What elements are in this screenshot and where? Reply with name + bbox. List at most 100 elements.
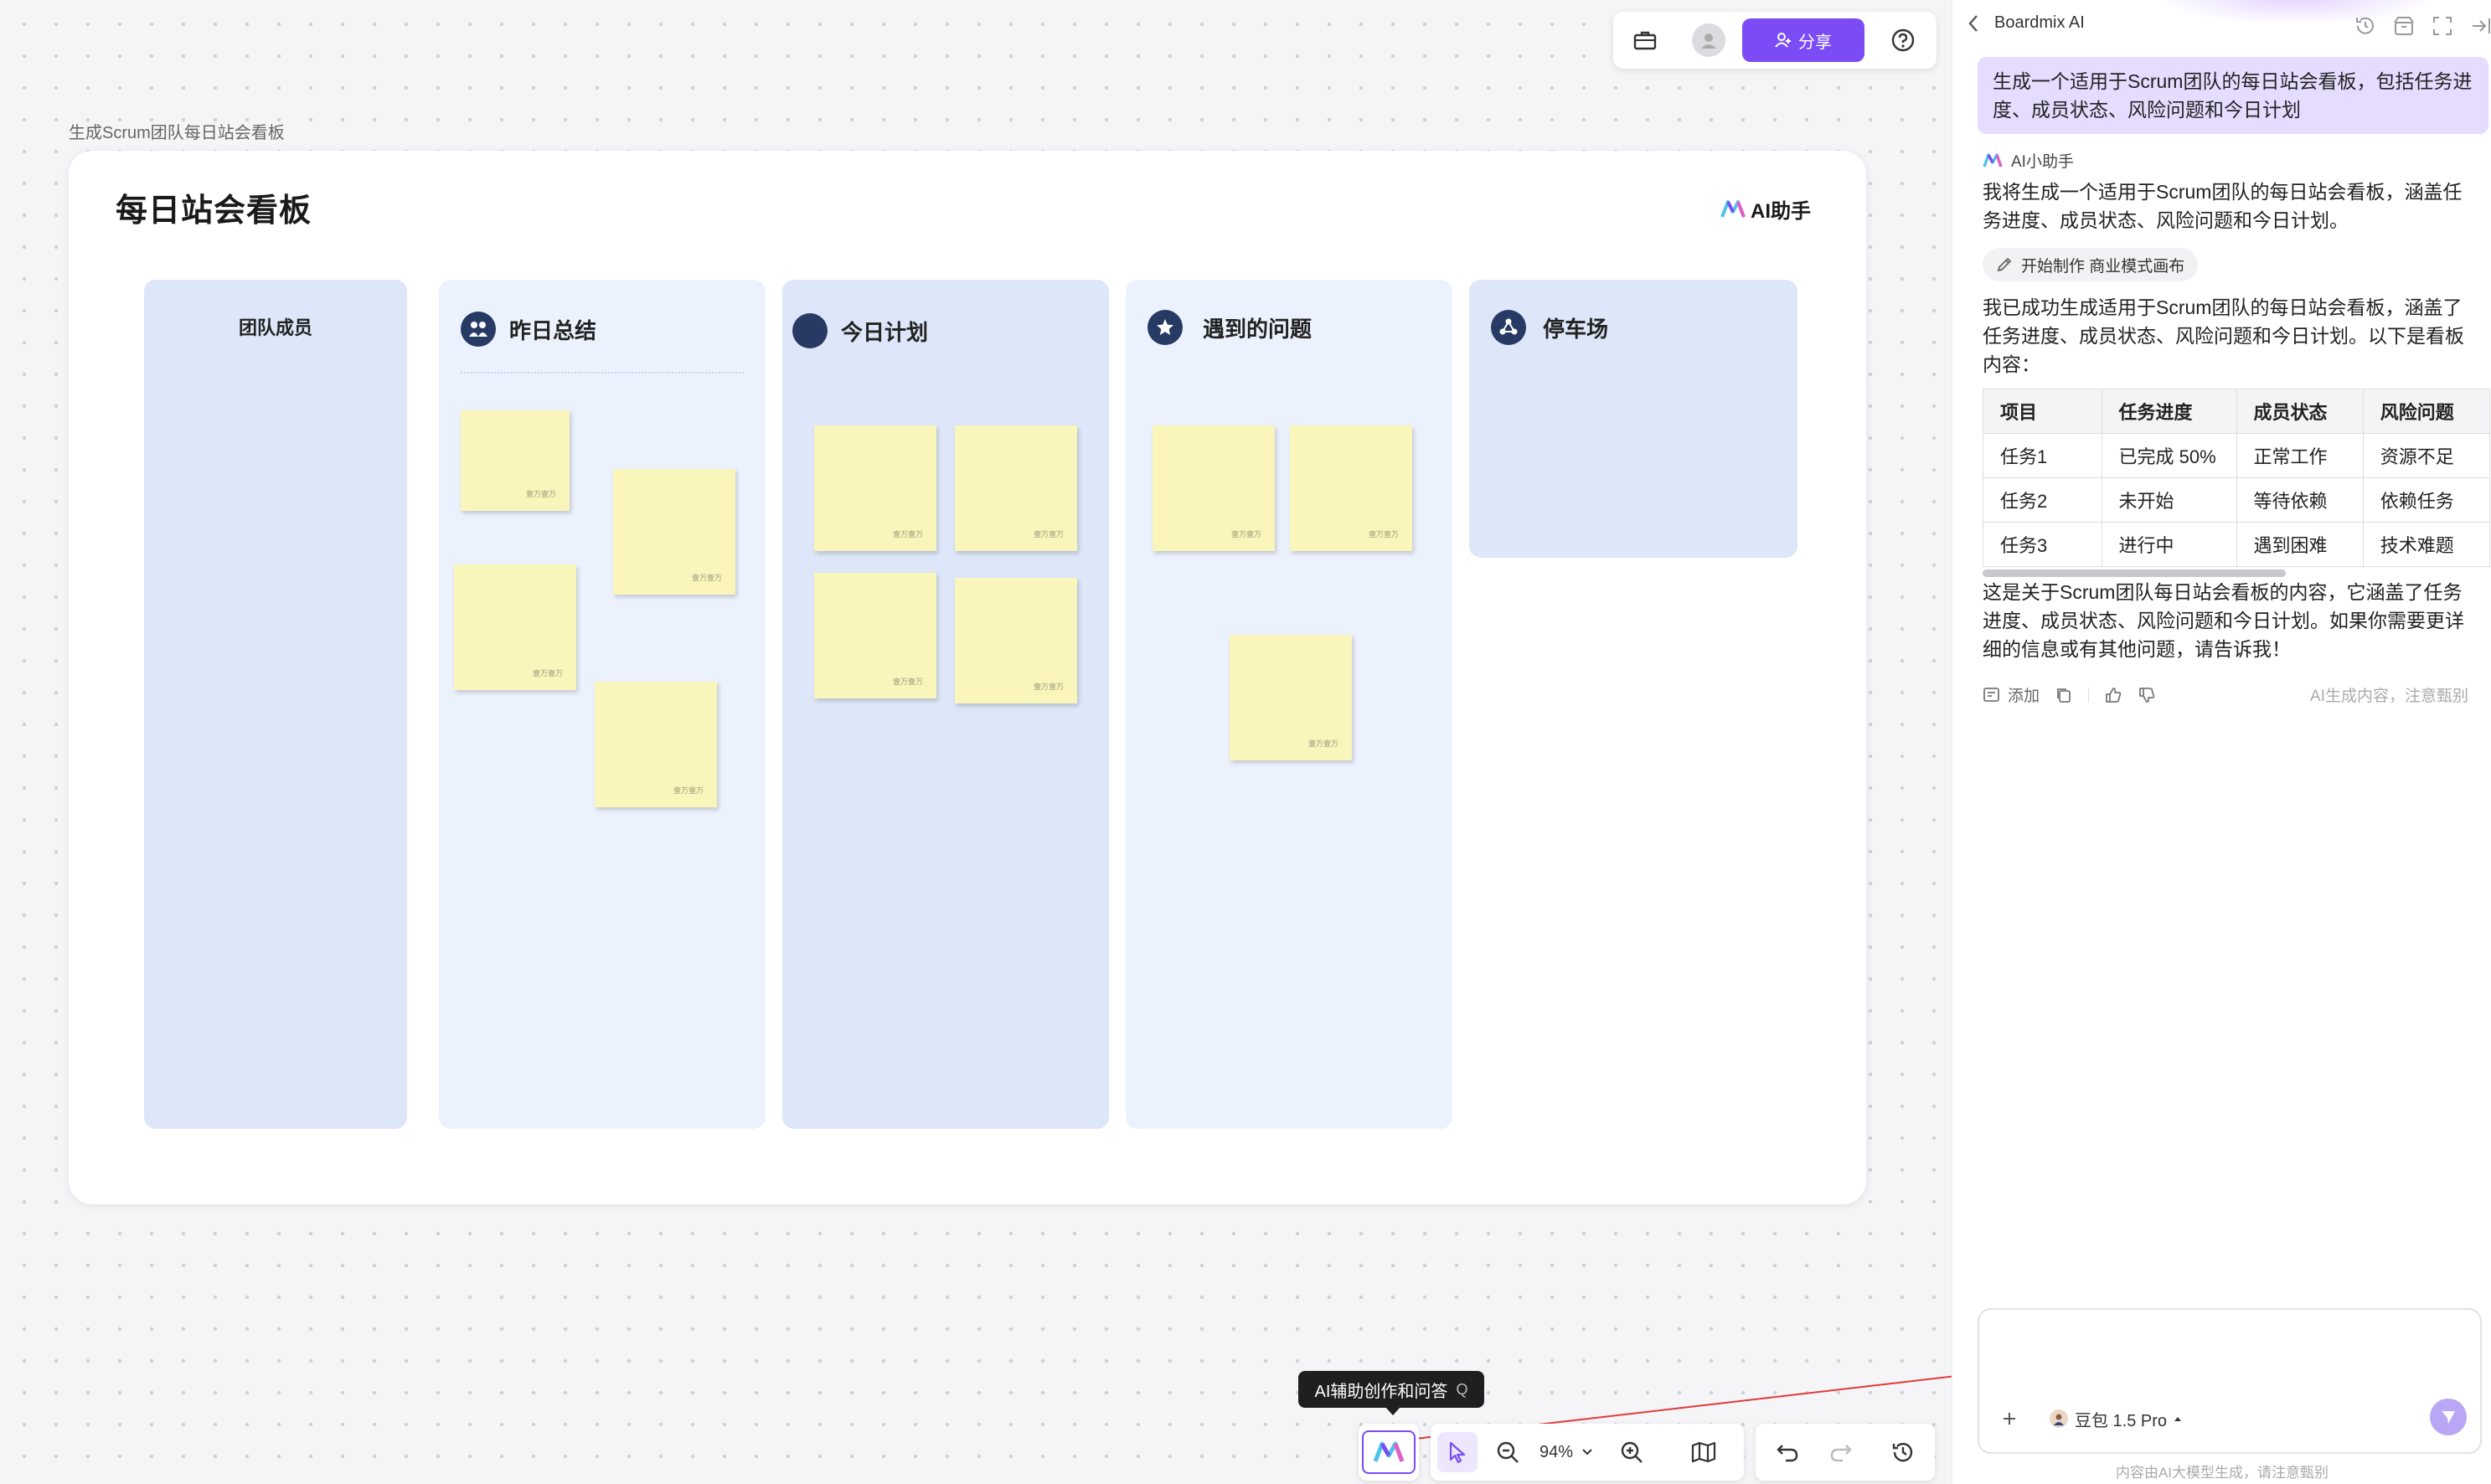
send-button[interactable]	[2430, 1399, 2467, 1435]
thumbs-down-icon[interactable]	[2138, 686, 2156, 704]
sticky-note[interactable]: 壹万壹万	[1230, 635, 1352, 760]
add-to-canvas-button[interactable]: 添加	[1983, 683, 2040, 706]
table-cell: 任务3	[1983, 522, 2102, 567]
table-cell: 已完成 50%	[2101, 433, 2237, 478]
sticky-note[interactable]: 壹万壹万	[814, 573, 936, 698]
redo-button[interactable]	[1823, 1432, 1859, 1472]
sticky-note[interactable]: 壹万壹万	[1153, 425, 1275, 551]
column-team-members[interactable]: 团队成员	[144, 280, 407, 1129]
chat-input-box[interactable]: 豆包 1.5 Pro	[1978, 1308, 2482, 1454]
sticky-note[interactable]: 壹万壹万	[1290, 425, 1412, 551]
map-button[interactable]	[1684, 1432, 1724, 1472]
table-cell: 任务2	[1983, 477, 2102, 523]
table-row: 任务3 进行中 遇到困难 技术难题	[1983, 522, 2490, 567]
assistant-reply-outro: 这是关于Scrum团队每日站会看板的内容，它涵盖了任务进度、成员状态、风险问题和…	[1983, 581, 2464, 660]
history-icon	[1892, 1442, 1913, 1462]
table-cell: 遇到困难	[2236, 522, 2364, 567]
boardmix-logo-icon	[1720, 199, 1746, 218]
column-header: 停车场	[1491, 310, 1608, 345]
table-cell: 等待依赖	[2236, 477, 2364, 523]
assistant-name: AI小助手	[2011, 153, 2074, 171]
column-header: 团队成员	[144, 313, 407, 340]
select-tool-button[interactable]	[1437, 1432, 1478, 1472]
map-icon	[1691, 1441, 1716, 1463]
panel-header-actions	[2354, 15, 2491, 37]
history-button[interactable]	[1883, 1432, 1923, 1472]
column-header: 遇到的问题	[1148, 310, 1312, 345]
column-title: 遇到的问题	[1203, 316, 1313, 342]
model-name: 豆包 1.5 Pro	[2075, 1411, 2168, 1430]
ai-badge-label: AI助手	[1751, 200, 1811, 223]
footer-disclaimer: 内容由AI大模型生成，请注意甄别	[2115, 1465, 2329, 1481]
table-cell: 进行中	[2101, 522, 2237, 567]
attach-button[interactable]	[1993, 1402, 2026, 1435]
kanban-summary-table[interactable]: 项目 任务进度 成员状态 风险问题 任务1 已完成 50% 正常工作 资源不足 …	[1983, 389, 2490, 573]
zoom-level-dropdown[interactable]: 94%	[1533, 1432, 1600, 1472]
table-row: 任务2 未开始 等待依赖 依赖任务	[1983, 477, 2490, 523]
zoom-in-button[interactable]	[1613, 1432, 1650, 1472]
sticky-note[interactable]: 壹万壹万	[595, 682, 717, 807]
network-icon	[1491, 310, 1526, 345]
zoom-out-button[interactable]	[1489, 1432, 1526, 1472]
frame-label[interactable]: 生成Scrum团队每日站会看板	[69, 119, 285, 143]
avatar	[1692, 23, 1725, 57]
panel-header: Boardmix AI	[1968, 13, 2085, 33]
table-cell: 未开始	[2101, 477, 2237, 523]
column-title: 团队成员	[238, 317, 312, 338]
table-row: 任务1 已完成 50% 正常工作 资源不足	[1983, 433, 2490, 478]
add-to-canvas-icon	[1983, 687, 1999, 702]
table-cell: 正常工作	[2236, 433, 2364, 478]
sticky-note[interactable]: 壹万壹万	[955, 578, 1077, 703]
copy-icon[interactable]	[2055, 686, 2073, 704]
collapse-panel-icon[interactable]	[2470, 15, 2491, 37]
sticky-note[interactable]: 壹万壹万	[613, 469, 735, 595]
table-horizontal-scrollbar[interactable]	[1983, 569, 2286, 577]
chat-input[interactable]	[1993, 1320, 2465, 1390]
chevron-down-icon	[1582, 1449, 1592, 1456]
model-avatar-icon	[2050, 1409, 2068, 1428]
cursor-icon	[1449, 1441, 1466, 1463]
pencil-icon	[1997, 257, 2012, 272]
zoom-in-icon	[1621, 1441, 1643, 1463]
column-title: 停车场	[1543, 316, 1609, 342]
board-title[interactable]: 每日站会看板	[116, 184, 312, 230]
table-header: 风险问题	[2362, 389, 2490, 434]
column-header: 今日计划	[792, 313, 928, 348]
star-icon	[1148, 310, 1183, 345]
sticky-note[interactable]: 壹万壹万	[461, 410, 570, 511]
action-chip[interactable]: 开始制作 商业模式画布	[1983, 248, 2199, 281]
whiteboard-canvas[interactable]: 生成Scrum团队每日站会看板 每日站会看板 AI助手 团队成员 昨日总结 壹万…	[0, 0, 1952, 1484]
kanban-board-frame[interactable]: 每日站会看板 AI助手 团队成员 昨日总结 壹万壹万 壹万壹万 壹万壹万 壹万壹…	[69, 151, 1866, 1204]
history-icon[interactable]	[2354, 15, 2376, 37]
briefcase-button[interactable]	[1625, 20, 1665, 60]
column-parking-lot[interactable]: 停车场	[1469, 280, 1797, 558]
sticky-note[interactable]: 壹万壹万	[814, 425, 936, 551]
expand-icon[interactable]	[2432, 15, 2453, 37]
archive-icon[interactable]	[2393, 15, 2415, 37]
ai-assist-button[interactable]	[1362, 1430, 1416, 1474]
column-today-plan[interactable]: 今日计划 壹万壹万 壹万壹万 壹万壹万 壹万壹万	[782, 280, 1109, 1129]
history-toolbar-group	[1756, 1424, 1935, 1481]
sticky-note[interactable]: 壹万壹万	[955, 425, 1077, 551]
column-divider	[461, 372, 744, 374]
ai-badge[interactable]: AI助手	[1720, 194, 1811, 224]
sticky-note[interactable]: 壹万壹万	[454, 564, 576, 690]
boardmix-ai-icon	[1373, 1441, 1405, 1462]
summary-table: 项目 任务进度 成员状态 风险问题 任务1 已完成 50% 正常工作 资源不足 …	[1983, 389, 2490, 567]
panel-title: Boardmix AI	[1994, 13, 2085, 32]
share-button[interactable]: 分享	[1742, 18, 1864, 62]
column-problems[interactable]: 遇到的问题 壹万壹万 壹万壹万 壹万壹万	[1126, 280, 1452, 1129]
back-chevron-icon[interactable]	[1968, 14, 1979, 33]
undo-button[interactable]	[1769, 1432, 1806, 1472]
help-button[interactable]	[1883, 20, 1923, 60]
table-cell: 依赖任务	[2362, 477, 2490, 523]
thumbs-up-icon[interactable]	[2104, 686, 2122, 704]
column-yesterday-summary[interactable]: 昨日总结 壹万壹万 壹万壹万 壹万壹万 壹万壹万	[439, 280, 766, 1129]
avatar-button[interactable]	[1689, 20, 1729, 60]
ai-toolbar-group	[1359, 1424, 1419, 1481]
plus-icon	[2004, 1413, 2015, 1425]
table-cell: 资源不足	[2362, 433, 2490, 478]
help-icon	[1891, 28, 1915, 52]
column-title: 今日计划	[841, 319, 929, 345]
model-selector[interactable]: 豆包 1.5 Pro	[2038, 1402, 2194, 1435]
